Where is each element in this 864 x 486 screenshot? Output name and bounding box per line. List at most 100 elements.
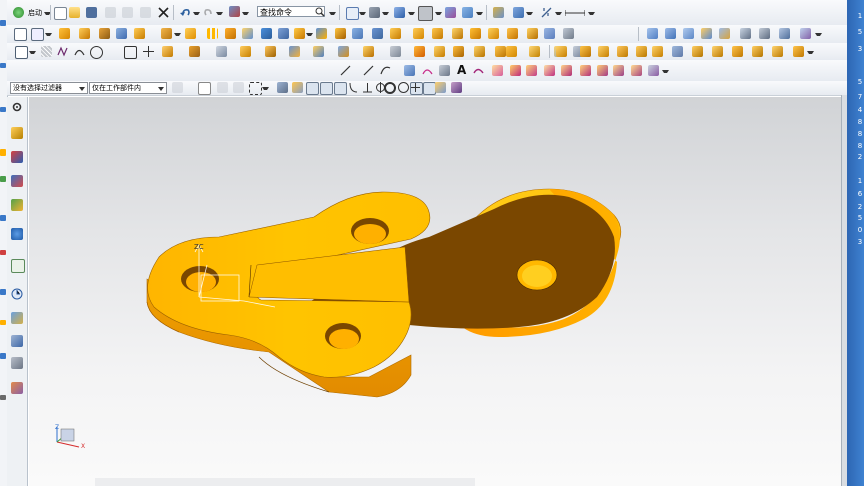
bounded-plane-icon[interactable] — [740, 28, 751, 39]
background-dropdown-icon[interactable] — [435, 12, 442, 18]
unite-icon[interactable] — [185, 28, 196, 39]
part-model[interactable]: ZC — [29, 97, 841, 486]
arc-icon[interactable] — [74, 46, 85, 57]
midpoint-snap-icon[interactable] — [320, 82, 333, 95]
extract-curve-icon[interactable] — [526, 65, 537, 76]
orient-dropdown-icon[interactable] — [382, 12, 389, 18]
thicken-icon[interactable] — [352, 28, 363, 39]
hole-icon[interactable] — [99, 28, 110, 39]
type-filter-dropdown[interactable]: 没有选择过滤器 — [10, 82, 88, 94]
pad-dropdown-icon[interactable] — [174, 33, 181, 39]
replace-face-sync-icon[interactable] — [265, 46, 276, 57]
orient-view-icon[interactable] — [369, 7, 380, 18]
rectangle-icon[interactable] — [15, 46, 28, 59]
text-icon[interactable]: A — [457, 63, 466, 77]
shell-body-icon[interactable] — [506, 46, 517, 57]
render-style-icon[interactable] — [394, 7, 405, 18]
face-g-icon[interactable] — [672, 46, 683, 57]
law-extension-icon[interactable] — [759, 28, 770, 39]
face-c-icon[interactable] — [598, 46, 609, 57]
face-h-icon[interactable] — [692, 46, 703, 57]
layer-icon[interactable] — [445, 7, 456, 18]
bridge-curve-icon[interactable] — [544, 65, 555, 76]
wcs-icon[interactable] — [493, 7, 504, 18]
face-k-icon[interactable] — [752, 46, 763, 57]
control-point-snap-icon[interactable] — [334, 82, 347, 95]
offset-region-icon[interactable] — [162, 46, 173, 57]
project-curve-icon[interactable] — [473, 65, 484, 76]
cross-section-icon[interactable] — [529, 46, 540, 57]
revolve-icon[interactable] — [79, 28, 90, 39]
line-icon[interactable] — [340, 65, 351, 76]
pocket-icon[interactable] — [134, 28, 145, 39]
dimension-dropdown-icon[interactable] — [588, 12, 595, 18]
chamfer-icon[interactable] — [278, 28, 289, 39]
face-b-icon[interactable] — [580, 46, 591, 57]
search-dropdown-icon[interactable] — [329, 12, 336, 18]
pull-face-icon[interactable] — [216, 46, 227, 57]
trim-curve-icon[interactable] — [580, 65, 591, 76]
snap-point-icon[interactable] — [292, 82, 303, 93]
start-button-label[interactable]: 启动 — [28, 8, 42, 18]
command-finder-icon[interactable] — [229, 6, 240, 17]
redo-icon[interactable] — [203, 7, 214, 18]
surface-offset-icon[interactable] — [779, 28, 790, 39]
render-style-dropdown-icon[interactable] — [408, 12, 415, 18]
graphics-window[interactable]: ZC Z X — [29, 97, 841, 486]
blend-icon[interactable] — [294, 28, 305, 39]
sketch-frame-icon[interactable] — [31, 28, 44, 41]
join-curve-icon[interactable] — [561, 65, 572, 76]
face-f-icon[interactable] — [652, 46, 663, 57]
move-face-icon[interactable] — [189, 46, 200, 57]
snap-dropdown-icon[interactable] — [476, 12, 483, 18]
intersection-curve-icon[interactable] — [492, 65, 503, 76]
bounding-box-snap-icon[interactable] — [451, 82, 462, 93]
curve-on-surface-icon[interactable] — [648, 65, 659, 76]
point-icon[interactable] — [143, 46, 154, 57]
paste-face-icon[interactable] — [434, 46, 445, 57]
text-curve-icon[interactable] — [422, 65, 433, 76]
groove-icon[interactable] — [488, 28, 499, 39]
arc-center-snap-icon[interactable] — [362, 82, 373, 93]
rectangle-sketch-icon[interactable] — [124, 46, 137, 59]
grid-icon[interactable] — [41, 46, 52, 57]
boss-icon[interactable] — [116, 28, 127, 39]
assembly-navigator-icon[interactable] — [11, 151, 23, 163]
roles-icon[interactable] — [11, 335, 23, 347]
face-e-icon[interactable] — [636, 46, 647, 57]
quadrant-snap-icon[interactable] — [398, 82, 409, 93]
palette-icon[interactable] — [11, 357, 23, 369]
surface-icon[interactable] — [647, 28, 658, 39]
section-curve-icon[interactable] — [510, 65, 521, 76]
feature-selection-icon[interactable] — [217, 82, 228, 93]
search-icon[interactable] — [315, 7, 326, 18]
menu-dropdown-icon[interactable] — [242, 12, 249, 18]
selection-rule-icon[interactable] — [233, 82, 244, 93]
trim-body-icon[interactable] — [242, 28, 253, 39]
select-all-icon[interactable] — [172, 82, 183, 93]
rectangle-dropdown-icon[interactable] — [29, 51, 36, 57]
make-coplanar-icon[interactable] — [289, 46, 300, 57]
studio-surface-icon[interactable] — [719, 28, 730, 39]
constraint-navigator-icon[interactable] — [11, 175, 23, 187]
replace-face-icon[interactable] — [544, 28, 555, 39]
cut-face-icon[interactable] — [414, 46, 425, 57]
snap-icon[interactable] — [462, 7, 473, 18]
face-l-icon[interactable] — [772, 46, 783, 57]
group-face-icon[interactable] — [495, 46, 506, 57]
make-tangent-icon[interactable] — [338, 46, 349, 57]
slot-icon[interactable] — [507, 28, 518, 39]
mirror-icon[interactable] — [225, 28, 236, 39]
through-curves-icon[interactable] — [665, 28, 676, 39]
settings-icon[interactable] — [11, 101, 23, 113]
face-j-icon[interactable] — [732, 46, 743, 57]
surface-dropdown-icon[interactable] — [815, 33, 822, 39]
sew-icon[interactable] — [390, 28, 401, 39]
extrude-icon[interactable] — [59, 28, 70, 39]
undo-dropdown-icon[interactable] — [193, 12, 200, 18]
profile-icon[interactable] — [57, 46, 68, 57]
make-symmetric-icon[interactable] — [363, 46, 374, 57]
history-mode-icon[interactable] — [11, 382, 23, 394]
measure-dropdown-icon[interactable] — [526, 12, 533, 18]
selection-scope-dropdown[interactable]: 仅在工作部件内 — [89, 82, 167, 94]
